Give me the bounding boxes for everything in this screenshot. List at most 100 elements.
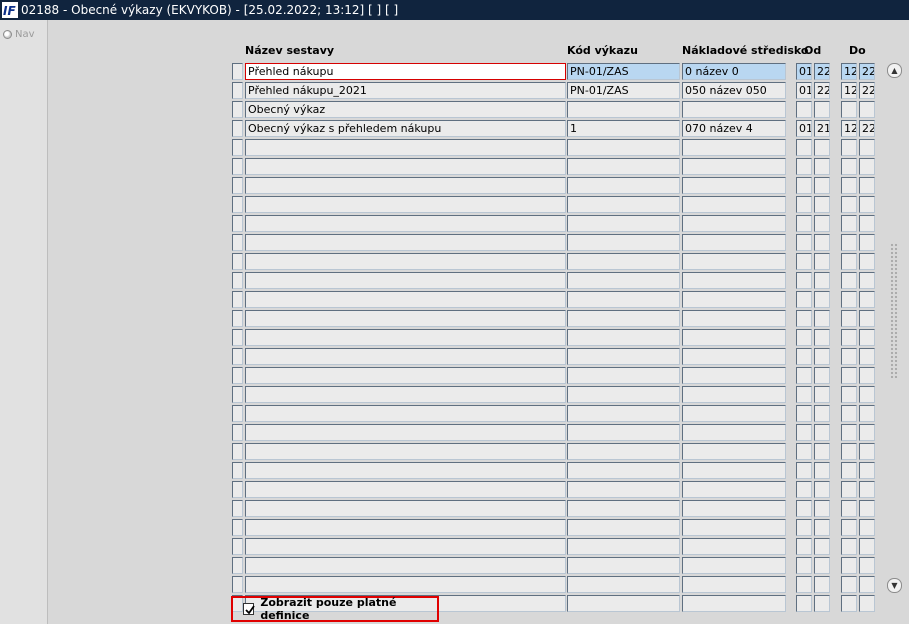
table-cell-od1[interactable] [796, 177, 812, 194]
table-cell-code[interactable] [567, 538, 680, 555]
row-selector[interactable] [232, 348, 243, 365]
table-cell-name[interactable]: Přehled nákupu_2021 [245, 82, 566, 99]
table-cell-center[interactable] [682, 272, 786, 289]
table-cell-do2[interactable] [859, 196, 875, 213]
valid-only-checkbox[interactable] [243, 603, 255, 615]
table-cell-od1[interactable] [796, 215, 812, 232]
table-cell-do1[interactable] [841, 196, 857, 213]
table-cell-do2[interactable] [859, 291, 875, 308]
table-cell-do1[interactable] [841, 481, 857, 498]
table-cell-code[interactable] [567, 595, 680, 612]
table-cell-do1[interactable] [841, 329, 857, 346]
table-cell-name[interactable] [245, 158, 566, 175]
table-cell-name[interactable] [245, 538, 566, 555]
table-cell-code[interactable] [567, 158, 680, 175]
table-cell-do1[interactable] [841, 595, 857, 612]
table-cell-do2[interactable] [859, 234, 875, 251]
table-cell-od1[interactable] [796, 405, 812, 422]
table-cell-code[interactable] [567, 424, 680, 441]
table-cell-od2[interactable] [814, 272, 830, 289]
table-cell-name[interactable] [245, 405, 566, 422]
table-cell-do2[interactable] [859, 253, 875, 270]
scroll-thumb[interactable] [890, 243, 899, 378]
table-cell-do2[interactable] [859, 443, 875, 460]
table-cell-do2[interactable] [859, 329, 875, 346]
table-cell-name[interactable] [245, 139, 566, 156]
table-cell-code[interactable] [567, 215, 680, 232]
row-selector[interactable] [232, 234, 243, 251]
row-selector[interactable] [232, 367, 243, 384]
table-cell-od1[interactable] [796, 158, 812, 175]
table-cell-code[interactable] [567, 557, 680, 574]
table-cell-center[interactable] [682, 557, 786, 574]
row-selector[interactable] [232, 405, 243, 422]
table-cell-name[interactable] [245, 386, 566, 403]
table-cell-code[interactable] [567, 576, 680, 593]
table-cell-od2[interactable] [814, 405, 830, 422]
table-cell-name[interactable] [245, 576, 566, 593]
table-cell-name[interactable] [245, 500, 566, 517]
table-cell-name[interactable] [245, 291, 566, 308]
table-cell-center[interactable] [682, 177, 786, 194]
table-cell-od1[interactable] [796, 595, 812, 612]
table-cell-center[interactable] [682, 405, 786, 422]
table-cell-do1[interactable] [841, 538, 857, 555]
table-cell-do2[interactable] [859, 139, 875, 156]
table-cell-do1[interactable] [841, 576, 857, 593]
table-cell-name[interactable] [245, 557, 566, 574]
table-cell-do1[interactable] [841, 234, 857, 251]
table-cell-do2[interactable] [859, 215, 875, 232]
table-cell-center[interactable] [682, 139, 786, 156]
table-cell-do1[interactable] [841, 253, 857, 270]
table-cell-center[interactable] [682, 576, 786, 593]
table-cell-do1[interactable] [841, 215, 857, 232]
table-cell-name[interactable] [245, 310, 566, 327]
table-cell-center[interactable] [682, 310, 786, 327]
table-cell-do2[interactable] [859, 158, 875, 175]
table-cell-od2[interactable] [814, 500, 830, 517]
table-cell-do1[interactable] [841, 348, 857, 365]
table-cell-od1[interactable] [796, 196, 812, 213]
table-cell-name[interactable]: Přehled nákupu [245, 63, 566, 80]
table-cell-od1[interactable] [796, 424, 812, 441]
table-cell-center[interactable] [682, 329, 786, 346]
table-cell-code[interactable] [567, 101, 680, 118]
row-selector[interactable] [232, 215, 243, 232]
table-cell-do1[interactable] [841, 291, 857, 308]
table-cell-do2[interactable] [859, 348, 875, 365]
table-cell-code[interactable] [567, 234, 680, 251]
table-cell-od2[interactable] [814, 158, 830, 175]
table-cell-od2[interactable]: 21 [814, 120, 830, 137]
table-cell-code[interactable] [567, 272, 680, 289]
table-cell-od2[interactable] [814, 538, 830, 555]
table-cell-do2[interactable] [859, 462, 875, 479]
row-selector[interactable] [232, 519, 243, 536]
table-cell-od2[interactable] [814, 234, 830, 251]
table-cell-do1[interactable] [841, 177, 857, 194]
valid-definitions-filter[interactable]: Zobrazit pouze platné definice [231, 596, 439, 622]
table-cell-center[interactable] [682, 196, 786, 213]
table-cell-od2[interactable] [814, 519, 830, 536]
table-cell-od2[interactable] [814, 557, 830, 574]
table-cell-center[interactable]: 050 název 050 [682, 82, 786, 99]
table-cell-od1[interactable] [796, 557, 812, 574]
table-cell-center[interactable]: 0 název 0 [682, 63, 786, 80]
table-cell-name[interactable]: Obecný výkaz [245, 101, 566, 118]
table-cell-do2[interactable] [859, 177, 875, 194]
row-selector[interactable] [232, 329, 243, 346]
table-cell-od2[interactable] [814, 367, 830, 384]
row-selector[interactable] [232, 253, 243, 270]
table-cell-od1[interactable] [796, 291, 812, 308]
table-cell-do1[interactable] [841, 386, 857, 403]
row-selector[interactable] [232, 310, 243, 327]
table-cell-do2[interactable] [859, 500, 875, 517]
row-selector[interactable] [232, 576, 243, 593]
table-cell-do2[interactable] [859, 386, 875, 403]
table-cell-od2[interactable] [814, 139, 830, 156]
table-cell-od1[interactable] [796, 500, 812, 517]
table-cell-code[interactable] [567, 291, 680, 308]
table-cell-od2[interactable] [814, 386, 830, 403]
table-cell-name[interactable] [245, 443, 566, 460]
table-cell-do1[interactable] [841, 272, 857, 289]
table-cell-name[interactable] [245, 253, 566, 270]
